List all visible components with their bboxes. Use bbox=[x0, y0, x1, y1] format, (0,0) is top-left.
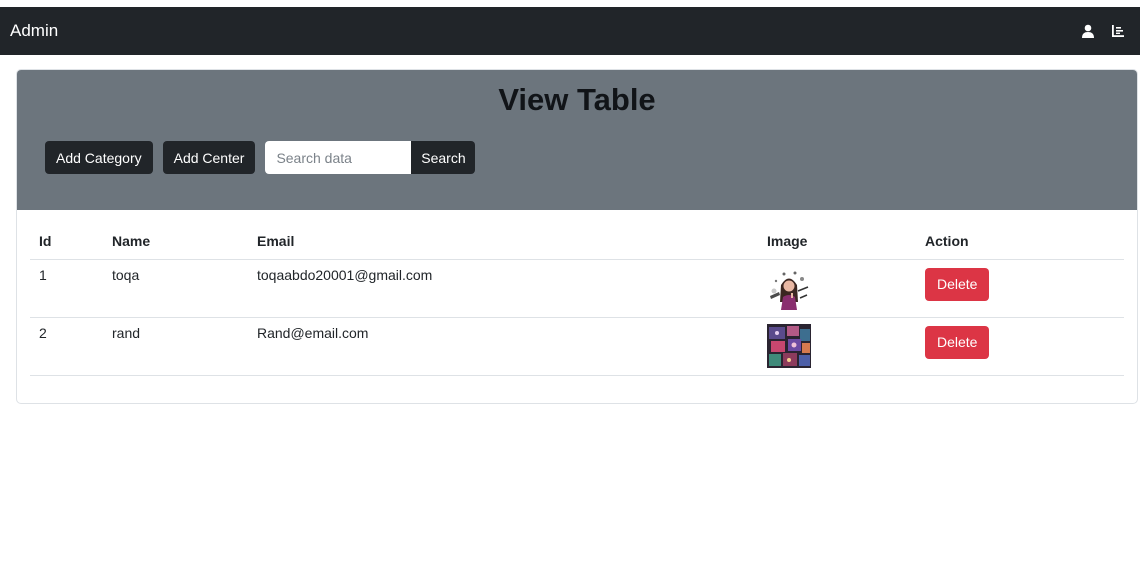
cell-action: Delete bbox=[916, 317, 1124, 376]
user-icon[interactable] bbox=[1080, 23, 1096, 39]
cell-email: Rand@email.com bbox=[248, 317, 758, 376]
makeup-artist-thumbnail bbox=[767, 265, 811, 310]
view-table-card: View Table Add Category Add Center Searc… bbox=[16, 69, 1138, 404]
cell-id: 1 bbox=[30, 259, 103, 318]
add-category-button[interactable]: Add Category bbox=[45, 141, 153, 174]
table-row: 2 rand Rand@email.com Delete bbox=[30, 317, 1124, 376]
delete-button[interactable]: Delete bbox=[925, 325, 990, 359]
column-header-id: Id bbox=[30, 224, 103, 260]
makeup-palettes-thumbnail bbox=[767, 323, 811, 368]
delete-button[interactable]: Delete bbox=[925, 267, 990, 301]
cell-name: rand bbox=[103, 317, 248, 376]
cell-action: Delete bbox=[916, 259, 1124, 318]
data-table-wrapper: Id Name Email Image Action 1 toqa toqaab… bbox=[30, 224, 1124, 376]
navbar-icons bbox=[1080, 23, 1126, 39]
toolbar: Add Category Add Center Search bbox=[45, 141, 476, 174]
brand-title[interactable]: Admin bbox=[10, 21, 58, 41]
table-header-row: Id Name Email Image Action bbox=[30, 224, 1124, 260]
list-icon[interactable] bbox=[1110, 23, 1126, 39]
cell-id: 2 bbox=[30, 317, 103, 376]
cell-image bbox=[758, 317, 916, 376]
column-header-email: Email bbox=[248, 224, 758, 260]
search-button[interactable]: Search bbox=[411, 141, 476, 174]
column-header-action: Action bbox=[916, 224, 1124, 260]
top-navbar: Admin bbox=[0, 7, 1140, 55]
card-header: View Table Add Category Add Center Searc… bbox=[17, 70, 1137, 210]
column-header-name: Name bbox=[103, 224, 248, 260]
cell-image bbox=[758, 259, 916, 318]
data-table: Id Name Email Image Action 1 toqa toqaab… bbox=[30, 224, 1124, 376]
add-center-button[interactable]: Add Center bbox=[162, 141, 256, 174]
table-row: 1 toqa toqaabdo20001@gmail.com Delete bbox=[30, 259, 1124, 318]
cell-email: toqaabdo20001@gmail.com bbox=[248, 259, 758, 318]
page-title: View Table bbox=[498, 82, 656, 117]
column-header-image: Image bbox=[758, 224, 916, 260]
search-input[interactable] bbox=[265, 141, 412, 174]
cell-name: toqa bbox=[103, 259, 248, 318]
